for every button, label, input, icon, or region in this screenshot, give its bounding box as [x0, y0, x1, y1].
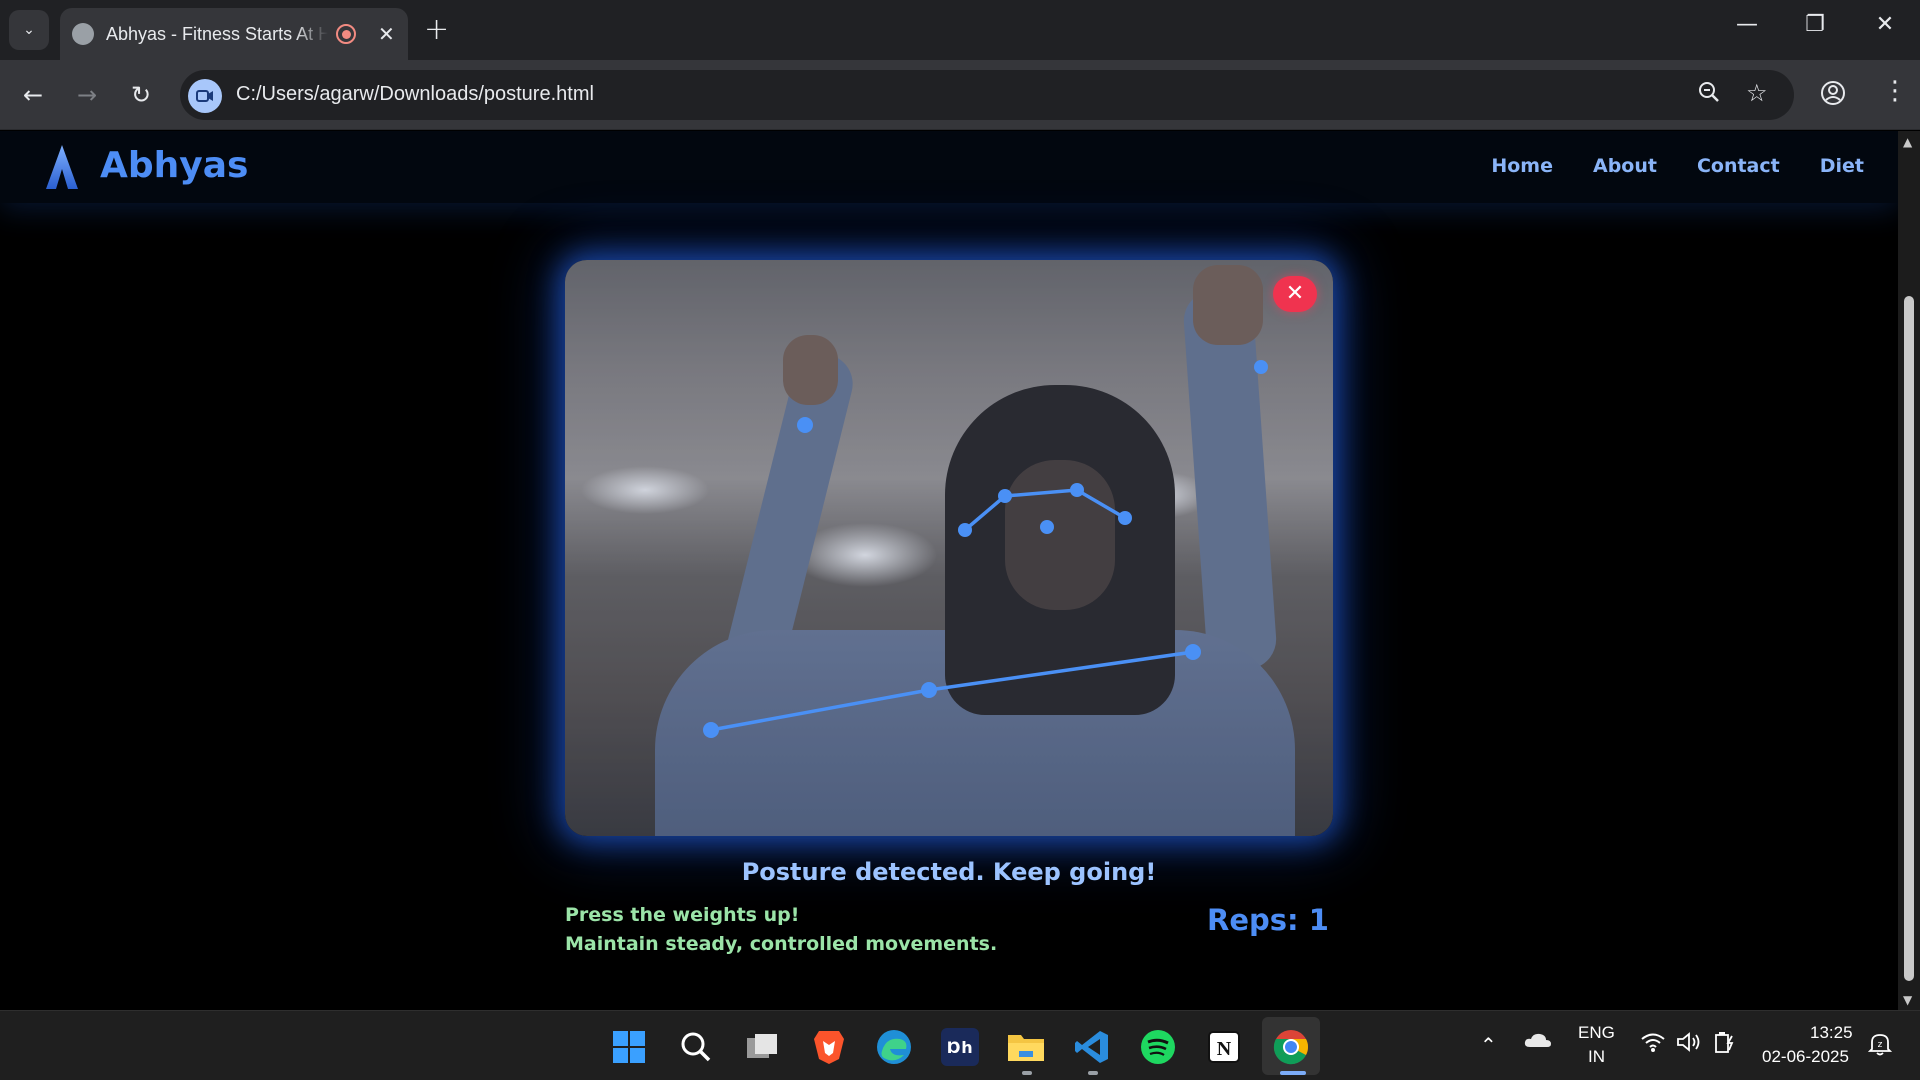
language-indicator-line2[interactable]: IN — [1588, 1047, 1605, 1067]
scroll-down-arrow-icon[interactable]: ▼ — [1903, 993, 1912, 1007]
nav-contact-link[interactable]: Contact — [1697, 155, 1780, 177]
back-button[interactable]: ← — [16, 78, 50, 112]
pose-mid-point — [921, 682, 937, 698]
webcam-feed — [565, 260, 1333, 836]
dh-app-icon[interactable]: Ɒh — [941, 1028, 979, 1066]
minimize-button[interactable]: — — [1722, 12, 1772, 37]
pose-right-eye-outer-point — [958, 523, 972, 537]
notification-bell-icon[interactable]: z — [1867, 1031, 1893, 1062]
reload-button[interactable]: ↻ — [124, 78, 158, 112]
globe-icon — [72, 23, 94, 45]
wifi-icon[interactable] — [1640, 1031, 1666, 1058]
search-icon[interactable] — [677, 1028, 715, 1066]
volume-icon[interactable] — [1676, 1031, 1702, 1058]
svg-text:N: N — [1217, 1038, 1232, 1060]
bookmark-star-icon[interactable]: ☆ — [1746, 79, 1768, 107]
nav-home-link[interactable]: Home — [1491, 155, 1553, 177]
tab-active[interactable]: Abhyas - Fitness Starts At Home ✕ — [60, 8, 408, 60]
pose-left-eye-point — [1070, 483, 1084, 497]
page-viewport: Abhyas Home About Contact Diet ✕ Posture… — [0, 131, 1898, 1010]
onedrive-icon[interactable] — [1524, 1031, 1552, 1054]
pose-left-shoulder-point — [1185, 644, 1201, 660]
task-view-icon[interactable] — [743, 1028, 781, 1066]
pose-shoulder-line — [710, 650, 1194, 732]
scroll-up-arrow-icon[interactable]: ▲ — [1903, 135, 1912, 149]
site-logo-text[interactable]: Abhyas — [100, 145, 248, 186]
pose-nose-point — [1040, 520, 1054, 534]
instruction-primary: Press the weights up! — [565, 904, 800, 926]
camera-in-use-icon[interactable] — [188, 79, 222, 113]
browser-toolbar: ← → ↻ C:/Users/agarw/Downloads/posture.h… — [0, 60, 1920, 130]
brave-browser-icon[interactable] — [810, 1028, 848, 1066]
file-explorer-icon[interactable] — [1007, 1028, 1045, 1066]
pose-left-wrist-point — [797, 417, 813, 433]
windows-taskbar: Ɒh N ⌃ ENG IN 13:25 02-06-2025 z — [0, 1010, 1920, 1080]
logo-icon — [46, 145, 78, 189]
windows-start-icon[interactable] — [610, 1028, 648, 1066]
chrome-icon[interactable] — [1272, 1028, 1310, 1066]
edge-browser-icon[interactable] — [875, 1028, 913, 1066]
pose-right-shoulder-point — [703, 722, 719, 738]
tab-title: Abhyas - Fitness Starts At Home — [106, 23, 328, 44]
instruction-secondary: Maintain steady, controlled movements. — [565, 933, 998, 955]
profile-icon[interactable] — [1820, 80, 1846, 112]
recording-icon — [336, 24, 356, 44]
site-nav-links: Home About Contact Diet — [1491, 155, 1864, 177]
rep-counter: Reps: 1 — [1207, 903, 1329, 937]
active-indicator — [1280, 1071, 1306, 1075]
page-scrollbar[interactable]: ▲ ▼ — [1898, 131, 1920, 1010]
window-close-button[interactable]: ✕ — [1860, 12, 1910, 37]
scroll-thumb[interactable] — [1904, 296, 1914, 981]
tab-strip: ⌄ Abhyas - Fitness Starts At Home ✕ + — … — [0, 0, 1920, 60]
forward-button[interactable]: → — [70, 78, 104, 112]
nav-about-link[interactable]: About — [1593, 155, 1657, 177]
site-navbar: Abhyas Home About Contact Diet — [0, 131, 1898, 203]
running-indicator — [1022, 1071, 1032, 1075]
spotify-icon[interactable] — [1139, 1028, 1177, 1066]
nav-diet-link[interactable]: Diet — [1820, 155, 1864, 177]
running-indicator — [1088, 1071, 1098, 1075]
show-hidden-icons-icon[interactable]: ⌃ — [1480, 1033, 1497, 1058]
pose-left-eye-outer-point — [1118, 511, 1132, 525]
language-indicator-line1[interactable]: ENG — [1578, 1023, 1615, 1043]
zoom-icon[interactable] — [1698, 81, 1720, 109]
pose-right-eye-point — [998, 489, 1012, 503]
svg-text:z: z — [1878, 1040, 1883, 1050]
chevron-down-icon: ⌄ — [23, 22, 35, 38]
clock-time[interactable]: 13:25 — [1810, 1023, 1853, 1043]
close-camera-button[interactable]: ✕ — [1273, 276, 1317, 312]
pose-right-wrist-point — [1254, 360, 1268, 374]
posture-status: Posture detected. Keep going! — [741, 858, 1157, 886]
pose-skeleton-overlay — [703, 360, 1268, 738]
clock-date[interactable]: 02-06-2025 — [1762, 1047, 1849, 1067]
battery-charging-icon[interactable] — [1712, 1030, 1738, 1059]
vscode-icon[interactable] — [1073, 1028, 1111, 1066]
restore-button[interactable]: ❐ — [1790, 12, 1840, 37]
menu-icon[interactable]: ⋮ — [1882, 76, 1908, 106]
tab-close-button[interactable]: ✕ — [378, 22, 395, 46]
notion-icon[interactable]: N — [1205, 1028, 1243, 1066]
url-text: C:/Users/agarw/Downloads/posture.html — [236, 83, 594, 105]
address-bar[interactable]: C:/Users/agarw/Downloads/posture.html ☆ — [180, 70, 1794, 120]
tab-search-button[interactable]: ⌄ — [9, 10, 49, 50]
new-tab-button[interactable]: + — [424, 12, 449, 47]
